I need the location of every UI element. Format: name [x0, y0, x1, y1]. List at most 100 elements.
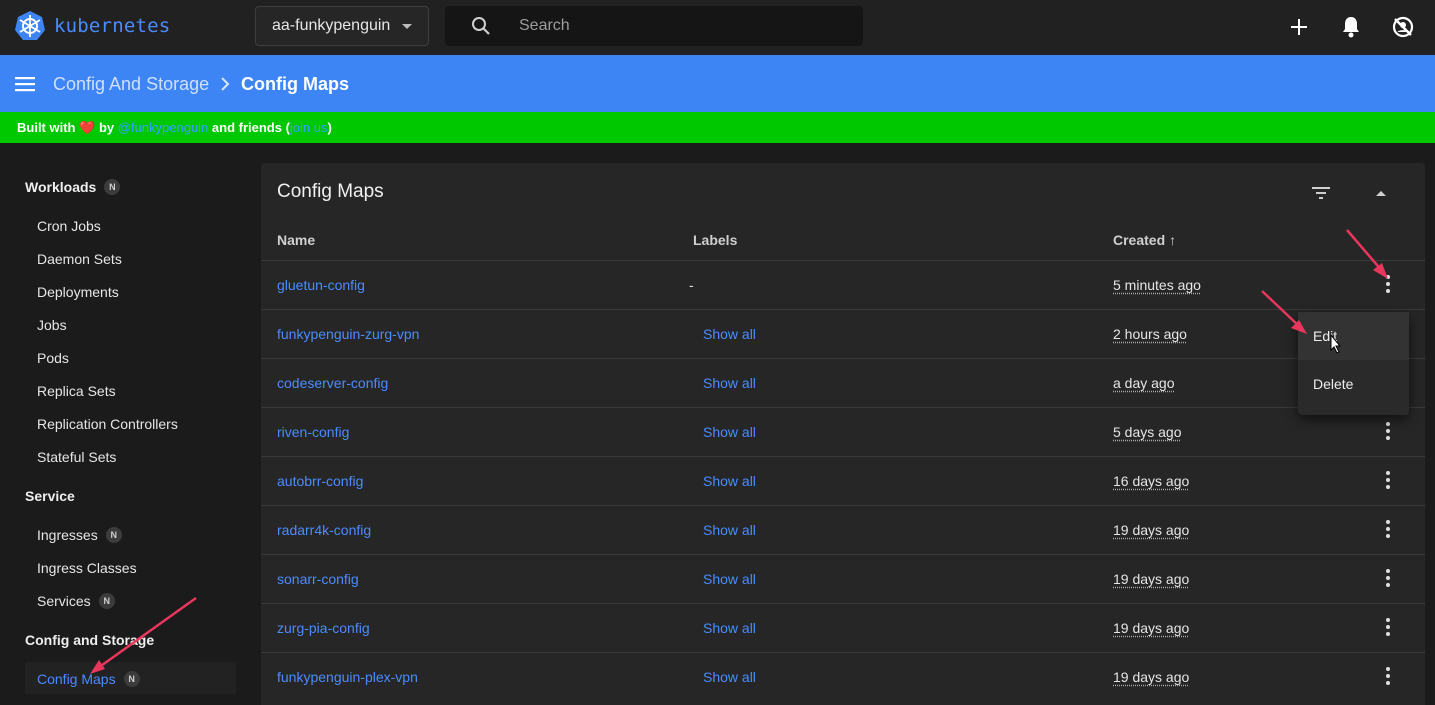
- banner-suffix: ): [327, 120, 332, 135]
- sidebar-item-jobs[interactable]: Jobs: [37, 317, 67, 333]
- no-account-icon: [1392, 16, 1414, 38]
- namespace-value: aa-funkypenguin: [272, 17, 391, 34]
- row-actions-kebab-icon[interactable]: [1378, 666, 1398, 686]
- show-all-labels-link[interactable]: Show all: [703, 669, 756, 685]
- table-row: gluetun-config - 5 minutes ago: [261, 260, 1425, 309]
- config-map-name-link[interactable]: autobrr-config: [277, 473, 363, 489]
- heart-icon: ❤️: [79, 120, 96, 135]
- sidebar-heading-service[interactable]: Service: [25, 488, 75, 504]
- show-all-labels-link[interactable]: Show all: [703, 571, 756, 587]
- config-map-name-link[interactable]: gluetun-config: [277, 277, 365, 293]
- column-header-created[interactable]: Created ↑: [1113, 232, 1176, 248]
- breadcrumb-bar: Config And Storage Config Maps: [0, 55, 1435, 112]
- menu-item-delete[interactable]: Delete: [1298, 360, 1409, 408]
- kebab-dot: [1386, 534, 1390, 538]
- caret-up-icon: [1376, 191, 1386, 196]
- namespaced-badge: N: [104, 179, 121, 195]
- caret-down-icon: [402, 24, 412, 29]
- kebab-dot: [1386, 520, 1390, 524]
- kebab-dot: [1386, 667, 1390, 671]
- kebab-dot: [1386, 618, 1390, 622]
- sidebar-heading-config-and-storage[interactable]: Config and Storage: [25, 632, 154, 648]
- show-all-labels-link[interactable]: Show all: [703, 424, 756, 440]
- table-row: riven-config Show all 5 days ago: [261, 407, 1425, 456]
- config-map-name-link[interactable]: radarr4k-config: [277, 522, 371, 538]
- column-header-label: Labels: [693, 232, 738, 248]
- row-actions-kebab-icon[interactable]: [1378, 421, 1398, 441]
- sidebar-item-cron-jobs[interactable]: Cron Jobs: [37, 218, 101, 234]
- sidebar-item-replication-controllers[interactable]: Replication Controllers: [37, 416, 178, 432]
- table-row: zurg-pia-config Show all 19 days ago: [261, 603, 1425, 652]
- show-all-labels-link[interactable]: Show all: [703, 375, 756, 391]
- created-age: 5 minutes ago: [1113, 277, 1201, 293]
- sidebar-item-ingresses[interactable]: Ingresses N: [37, 527, 122, 543]
- config-map-name-link[interactable]: zurg-pia-config: [277, 620, 370, 636]
- show-all-labels-link[interactable]: Show all: [703, 473, 756, 489]
- search-icon: [472, 17, 490, 35]
- sidebar-item-services[interactable]: Services N: [37, 593, 115, 609]
- row-actions-kebab-icon[interactable]: [1378, 470, 1398, 490]
- menu-button[interactable]: [14, 73, 36, 95]
- row-actions-kebab-icon[interactable]: [1378, 568, 1398, 588]
- sidebar-item-ingress-classes[interactable]: Ingress Classes: [37, 560, 137, 576]
- sidebar-item-daemon-sets[interactable]: Daemon Sets: [37, 251, 122, 267]
- show-all-labels-link[interactable]: Show all: [703, 522, 756, 538]
- show-all-labels-link[interactable]: Show all: [703, 326, 756, 342]
- notifications-button[interactable]: [1338, 14, 1364, 40]
- config-map-name-link[interactable]: funkypenguin-plex-vpn: [277, 669, 418, 685]
- sidebar-item-label: Replication Controllers: [37, 416, 178, 432]
- sidebar-item-config-maps[interactable]: Config Maps N: [37, 671, 140, 687]
- sidebar-item-replica-sets[interactable]: Replica Sets: [37, 383, 116, 399]
- top-bar: kubernetes aa-funkypenguin: [0, 0, 1435, 55]
- filter-icon: [1312, 187, 1330, 199]
- sidebar-heading-label: Workloads: [25, 179, 97, 195]
- kubernetes-logo-icon: [15, 11, 45, 40]
- kebab-dot: [1386, 569, 1390, 573]
- user-button[interactable]: [1390, 14, 1416, 40]
- table-row: funkypenguin-zurg-vpn Show all 2 hours ago: [261, 309, 1425, 358]
- show-all-labels-link[interactable]: Show all: [703, 620, 756, 636]
- sidebar-item-label: Replica Sets: [37, 383, 116, 399]
- sidebar-item-label: Config Maps: [37, 671, 116, 687]
- table-row: funkypenguin-plex-vpn Show all 19 days ago: [261, 652, 1425, 701]
- sidebar-item-pods[interactable]: Pods: [37, 350, 69, 366]
- table-row: radarr4k-config Show all 19 days ago: [261, 505, 1425, 554]
- config-map-name-link[interactable]: riven-config: [277, 424, 349, 440]
- config-map-name-link[interactable]: sonarr-config: [277, 571, 359, 587]
- kebab-dot: [1386, 422, 1390, 426]
- created-age: 19 days ago: [1113, 669, 1190, 685]
- config-map-name-link[interactable]: codeserver-config: [277, 375, 388, 391]
- create-button[interactable]: [1286, 14, 1312, 40]
- row-actions-kebab-icon[interactable]: [1378, 519, 1398, 539]
- kebab-dot: [1386, 681, 1390, 685]
- config-map-name-link[interactable]: funkypenguin-zurg-vpn: [277, 326, 419, 342]
- search-input[interactable]: [519, 14, 839, 38]
- sidebar-heading-label: Config and Storage: [25, 632, 155, 648]
- row-actions-kebab-icon[interactable]: [1378, 274, 1398, 294]
- collapse-button[interactable]: [1369, 181, 1393, 205]
- breadcrumb-parent[interactable]: Config And Storage: [53, 74, 209, 95]
- namespaced-badge: N: [105, 527, 122, 543]
- menu-item-edit[interactable]: Edit: [1298, 312, 1409, 360]
- author-link[interactable]: @funkypenguin: [118, 120, 209, 135]
- created-age: 16 days ago: [1113, 473, 1190, 489]
- namespace-select[interactable]: aa-funkypenguin: [255, 6, 429, 46]
- sidebar: Workloads N Cron Jobs Daemon Sets Deploy…: [0, 143, 245, 705]
- banner-by: by: [98, 120, 115, 135]
- table-row: sonarr-config Show all 19 days ago: [261, 554, 1425, 603]
- banner-prefix: Built with: [17, 120, 76, 135]
- sidebar-item-label: Stateful Sets: [37, 449, 117, 465]
- brand[interactable]: kubernetes: [14, 10, 170, 42]
- kebab-dot: [1386, 485, 1390, 489]
- sidebar-item-stateful-sets[interactable]: Stateful Sets: [37, 449, 116, 465]
- sidebar-heading-label: Service: [25, 488, 75, 504]
- kebab-dot: [1386, 576, 1390, 580]
- sidebar-heading-workloads[interactable]: Workloads N: [25, 179, 121, 195]
- sidebar-item-deployments[interactable]: Deployments: [37, 284, 119, 300]
- kebab-dot: [1386, 275, 1390, 279]
- row-actions-kebab-icon[interactable]: [1378, 617, 1398, 637]
- column-header-name[interactable]: Name: [277, 232, 315, 248]
- filter-button[interactable]: [1309, 181, 1333, 205]
- join-link[interactable]: join us: [290, 120, 328, 135]
- labels-empty: -: [689, 277, 694, 293]
